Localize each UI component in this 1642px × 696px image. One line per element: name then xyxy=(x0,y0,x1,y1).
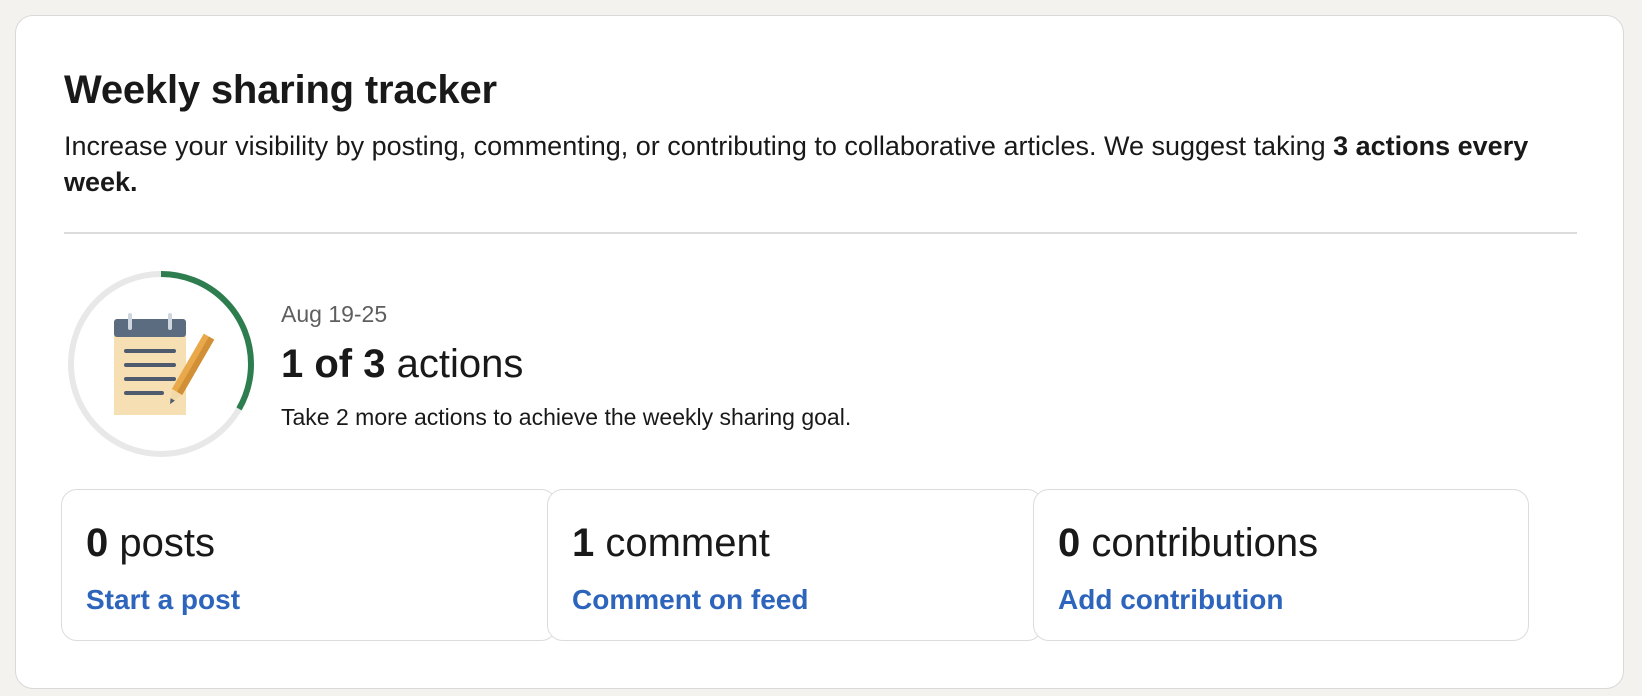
progress-unit: actions xyxy=(385,342,524,386)
progress-summary: 1 of 3 actions xyxy=(281,339,523,389)
contributions-count: 0 contributions xyxy=(1058,518,1318,568)
weekly-sharing-tracker-card: Weekly sharing tracker Increase your vis… xyxy=(15,15,1624,689)
week-range: Aug 19-25 xyxy=(281,301,388,327)
add-contribution-link[interactable]: Add contribution xyxy=(1058,582,1284,618)
progress-hint: Take 2 more actions to achieve the weekl… xyxy=(281,404,852,430)
comments-count: 1 comment xyxy=(572,518,770,568)
contributions-stat-card: 0 contributions Add contribution xyxy=(1033,489,1529,641)
contributions-count-label: contributions xyxy=(1080,521,1319,565)
divider xyxy=(64,232,1577,234)
notepad-pencil-icon xyxy=(114,313,215,415)
progress-count: 1 of 3 xyxy=(281,342,386,386)
tracker-description: Increase your visibility by posting, com… xyxy=(64,128,1594,200)
comments-count-number: 1 xyxy=(572,521,595,565)
progress-ring xyxy=(68,271,254,457)
tracker-title: Weekly sharing tracker xyxy=(64,68,497,112)
comment-on-feed-link[interactable]: Comment on feed xyxy=(572,582,808,618)
start-post-link[interactable]: Start a post xyxy=(86,582,240,618)
contributions-count-number: 0 xyxy=(1058,521,1081,565)
comments-count-label: comment xyxy=(594,521,770,565)
description-text: Increase your visibility by posting, com… xyxy=(64,131,1334,161)
posts-count-label: posts xyxy=(108,521,215,565)
posts-count-number: 0 xyxy=(86,521,109,565)
posts-stat-card: 0 posts Start a post xyxy=(61,489,557,641)
comments-stat-card: 1 comment Comment on feed xyxy=(547,489,1043,641)
posts-count: 0 posts xyxy=(86,518,215,568)
